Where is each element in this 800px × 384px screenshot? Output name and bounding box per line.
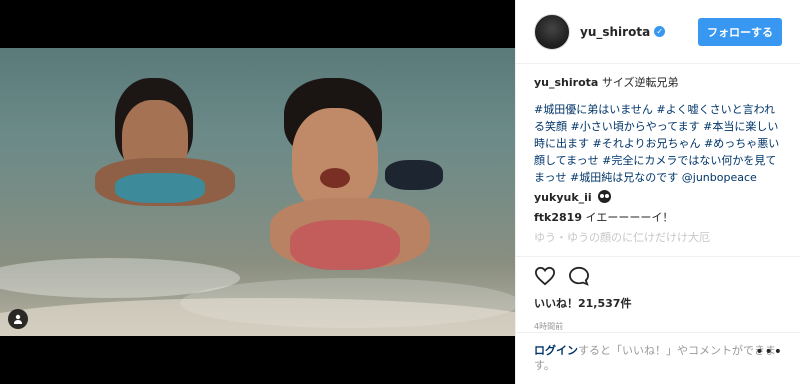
post-viewer: yu_shirota ✓ フォローする yu_shirota サイズ逆転兄弟 #… (0, 0, 800, 384)
right-child-shorts (385, 160, 443, 190)
comment-username[interactable]: yukyuk_ii (534, 191, 592, 204)
action-icons (534, 263, 783, 289)
post-header: yu_shirota ✓ フォローする (516, 0, 800, 64)
tagged-people-button[interactable] (8, 309, 28, 329)
comments-list: yu_shirota サイズ逆転兄弟 #城田優に弟はいません #よく嘘くさいと言… (534, 74, 784, 250)
likes-count[interactable]: いいね！21,537件 (534, 295, 783, 311)
caption-hashtags[interactable]: #城田優に弟はいません #よく嘘くさいと言われる笑顔 #小さい頃からやってます … (534, 101, 784, 186)
comment-item: yukyuk_ii (534, 189, 784, 206)
follow-button[interactable]: フォローする (698, 17, 782, 46)
grinning-face-emoji (598, 190, 612, 203)
caption-username[interactable]: yu_shirota (534, 76, 598, 89)
post-media (0, 0, 515, 384)
red-float (290, 220, 400, 270)
post-timestamp[interactable]: 4時間前 (534, 321, 783, 332)
comment-text: ゆう・ゆうの顔のに仁けだけけ大厄 (534, 231, 710, 244)
person-icon (14, 314, 22, 324)
post-sidebar: yu_shirota ✓ フォローする yu_shirota サイズ逆転兄弟 #… (515, 0, 800, 384)
verified-check-icon: ✓ (654, 26, 666, 37)
comment-icon[interactable] (568, 266, 590, 286)
login-link[interactable]: ログイン (534, 344, 578, 357)
comment-item: ゆう・ゆうの顔のに仁けだけけ大厄 (534, 229, 784, 246)
avatar[interactable] (534, 13, 570, 50)
caption: yu_shirota サイズ逆転兄弟 (534, 74, 784, 91)
post-photo[interactable] (0, 48, 515, 336)
more-options-button[interactable]: ••• (755, 345, 783, 360)
caption-text: サイズ逆転兄弟 (598, 76, 679, 89)
comment-text: イエーーーーイ！ (581, 211, 674, 224)
post-actions: いいね！21,537件 4時間前 (516, 256, 800, 332)
float-toy (115, 173, 205, 203)
comment-username[interactable]: ftk2819 (534, 211, 582, 224)
comment-item: ftk2819 イエーーーーイ！ (534, 209, 784, 226)
water-foam (0, 298, 515, 336)
right-child-mouth (320, 168, 350, 188)
right-child-face (292, 108, 378, 210)
login-prompt: ログインすると「いいね！」やコメントができます。 ••• (516, 332, 800, 383)
username-link[interactable]: yu_shirota (580, 25, 650, 39)
heart-icon[interactable] (534, 266, 556, 286)
